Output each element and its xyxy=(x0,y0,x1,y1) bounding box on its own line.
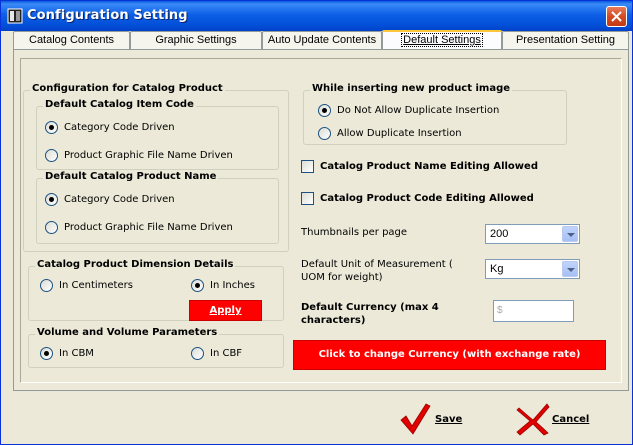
volume-title: Volume and Volume Parameters xyxy=(35,327,220,338)
image-insert-group: While inserting new product image Do Not… xyxy=(303,83,567,145)
image-insert-option-no-duplicate[interactable]: Do Not Allow Duplicate Insertion xyxy=(318,104,499,117)
radio-icon[interactable] xyxy=(40,279,53,292)
tab-auto-update-contents[interactable]: Auto Update Contents xyxy=(262,31,382,49)
save-button[interactable]: Save xyxy=(399,402,462,436)
title-bar[interactable]: Configuration Setting xyxy=(1,1,632,31)
checkbox-icon[interactable] xyxy=(301,160,314,173)
item-code-title: Default Catalog Item Code xyxy=(43,99,196,110)
chevron-down-icon[interactable] xyxy=(562,226,578,242)
uom-select[interactable]: Kg xyxy=(485,259,580,279)
radio-selected-icon[interactable] xyxy=(40,347,53,360)
apply-button[interactable]: Apply xyxy=(189,300,262,321)
dimension-title: Catalog Product Dimension Details xyxy=(35,259,236,270)
uom-label: Default Unit of Measurement ( UOM for we… xyxy=(301,259,453,283)
default-settings-panel: Configuration for Catalog Product Defaul… xyxy=(13,49,629,391)
radio-selected-icon[interactable] xyxy=(45,193,58,206)
dimension-option-centimeters[interactable]: In Centimeters xyxy=(40,279,133,292)
radio-icon[interactable] xyxy=(45,149,58,162)
checkmark-icon xyxy=(400,403,431,435)
catalog-product-title: Configuration for Catalog Product xyxy=(30,83,225,94)
close-button[interactable] xyxy=(606,6,627,27)
item-code-option-graphic[interactable]: Product Graphic File Name Driven xyxy=(45,149,233,162)
radio-icon[interactable] xyxy=(191,347,204,360)
product-name-title: Default Catalog Product Name xyxy=(43,171,219,182)
volume-option-cbm[interactable]: In CBM xyxy=(40,347,94,360)
volume-group: Volume and Volume Parameters In CBM In C… xyxy=(28,327,284,368)
currency-input[interactable]: $ xyxy=(493,300,574,322)
panel-frame: Configuration for Catalog Product Defaul… xyxy=(20,58,622,383)
checkbox-icon[interactable] xyxy=(301,192,314,205)
product-name-group: Default Catalog Product Name Category Co… xyxy=(36,171,279,244)
radio-icon[interactable] xyxy=(318,127,331,140)
image-insert-option-allow-duplicate[interactable]: Allow Duplicate Insertion xyxy=(318,127,462,140)
tab-strip: Catalog Contents Graphic Settings Auto U… xyxy=(13,30,629,49)
dimension-option-inches[interactable]: In Inches xyxy=(191,279,255,292)
radio-selected-icon[interactable] xyxy=(318,104,331,117)
item-code-option-category[interactable]: Category Code Driven xyxy=(45,121,175,134)
cancel-button[interactable]: Cancel xyxy=(516,402,589,436)
thumbnails-select[interactable]: 200 xyxy=(485,224,580,244)
radio-icon[interactable] xyxy=(45,221,58,234)
name-editing-checkbox[interactable]: Catalog Product Name Editing Allowed xyxy=(301,160,538,173)
radio-selected-icon[interactable] xyxy=(191,279,204,292)
currency-label: Default Currency (max 4 characters) xyxy=(301,302,439,326)
tab-presentation-setting[interactable]: Presentation Setting xyxy=(502,31,629,49)
tab-graphic-settings[interactable]: Graphic Settings xyxy=(130,31,262,49)
tab-default-settings[interactable]: Default Settings xyxy=(382,30,502,49)
code-editing-checkbox[interactable]: Catalog Product Code Editing Allowed xyxy=(301,192,534,205)
tab-catalog-contents[interactable]: Catalog Contents xyxy=(13,31,130,49)
item-code-group: Default Catalog Item Code Category Code … xyxy=(36,99,279,170)
cross-icon xyxy=(516,403,550,436)
image-insert-title: While inserting new product image xyxy=(310,83,513,94)
radio-selected-icon[interactable] xyxy=(45,121,58,134)
product-name-option-graphic[interactable]: Product Graphic File Name Driven xyxy=(45,221,233,234)
dimension-group: Catalog Product Dimension Details In Cen… xyxy=(28,259,284,321)
change-currency-button[interactable]: Click to change Currency (with exchange … xyxy=(293,340,606,370)
app-icon xyxy=(7,8,23,24)
window-title: Configuration Setting xyxy=(27,8,188,23)
product-name-option-category[interactable]: Category Code Driven xyxy=(45,193,175,206)
thumbnails-label: Thumbnails per page xyxy=(301,227,408,238)
volume-option-cbf[interactable]: In CBF xyxy=(191,347,242,360)
config-window: Configuration Setting Catalog Contents G… xyxy=(0,0,633,445)
chevron-down-icon[interactable] xyxy=(562,261,578,277)
close-icon xyxy=(611,11,622,22)
